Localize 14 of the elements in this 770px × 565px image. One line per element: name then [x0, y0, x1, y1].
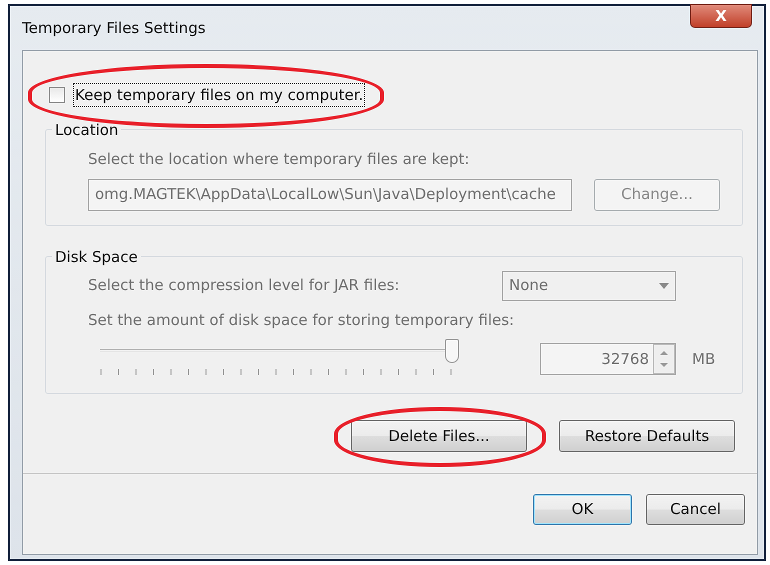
dialog-button[interactable]: Cancel: [646, 494, 745, 525]
disk-space-label: Set the amount of disk space for storing temporary files:: [88, 310, 516, 330]
dialog-button[interactable]: OK: [533, 494, 632, 525]
action-button[interactable]: Restore Defaults: [559, 420, 735, 452]
dropdown-arrow-icon: [659, 282, 669, 288]
location-prompt: Select the location where temporary files are kept:: [88, 149, 470, 170]
spinner-arrows-icon: [653, 344, 675, 374]
checkbox-label[interactable]: Keep temporary files on my computer.: [73, 82, 366, 108]
compression-label: Select the compression level for JAR files:: [88, 275, 400, 296]
checkbox[interactable]: [49, 87, 65, 103]
window-title: Temporary Files Settings: [22, 18, 206, 39]
unit-label: MB: [692, 348, 716, 370]
action-button[interactable]: Delete Files...: [351, 420, 527, 452]
close-button[interactable]: X: [690, 4, 752, 28]
